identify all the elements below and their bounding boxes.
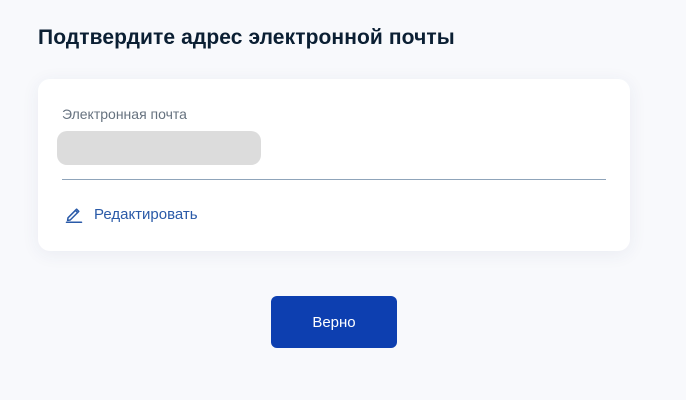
email-value-redacted <box>57 131 261 165</box>
edit-email-link[interactable]: Редактировать <box>65 205 198 223</box>
pencil-icon <box>65 205 83 223</box>
email-field-underline <box>62 179 606 180</box>
email-field-label: Электронная почта <box>62 106 187 122</box>
confirm-button[interactable]: Верно <box>271 296 397 348</box>
email-card: Электронная почта Редактировать <box>38 79 630 251</box>
edit-email-label: Редактировать <box>94 205 198 223</box>
page: Подтвердите адрес электронной почты Элек… <box>0 0 686 400</box>
page-title: Подтвердите адрес электронной почты <box>38 26 455 49</box>
